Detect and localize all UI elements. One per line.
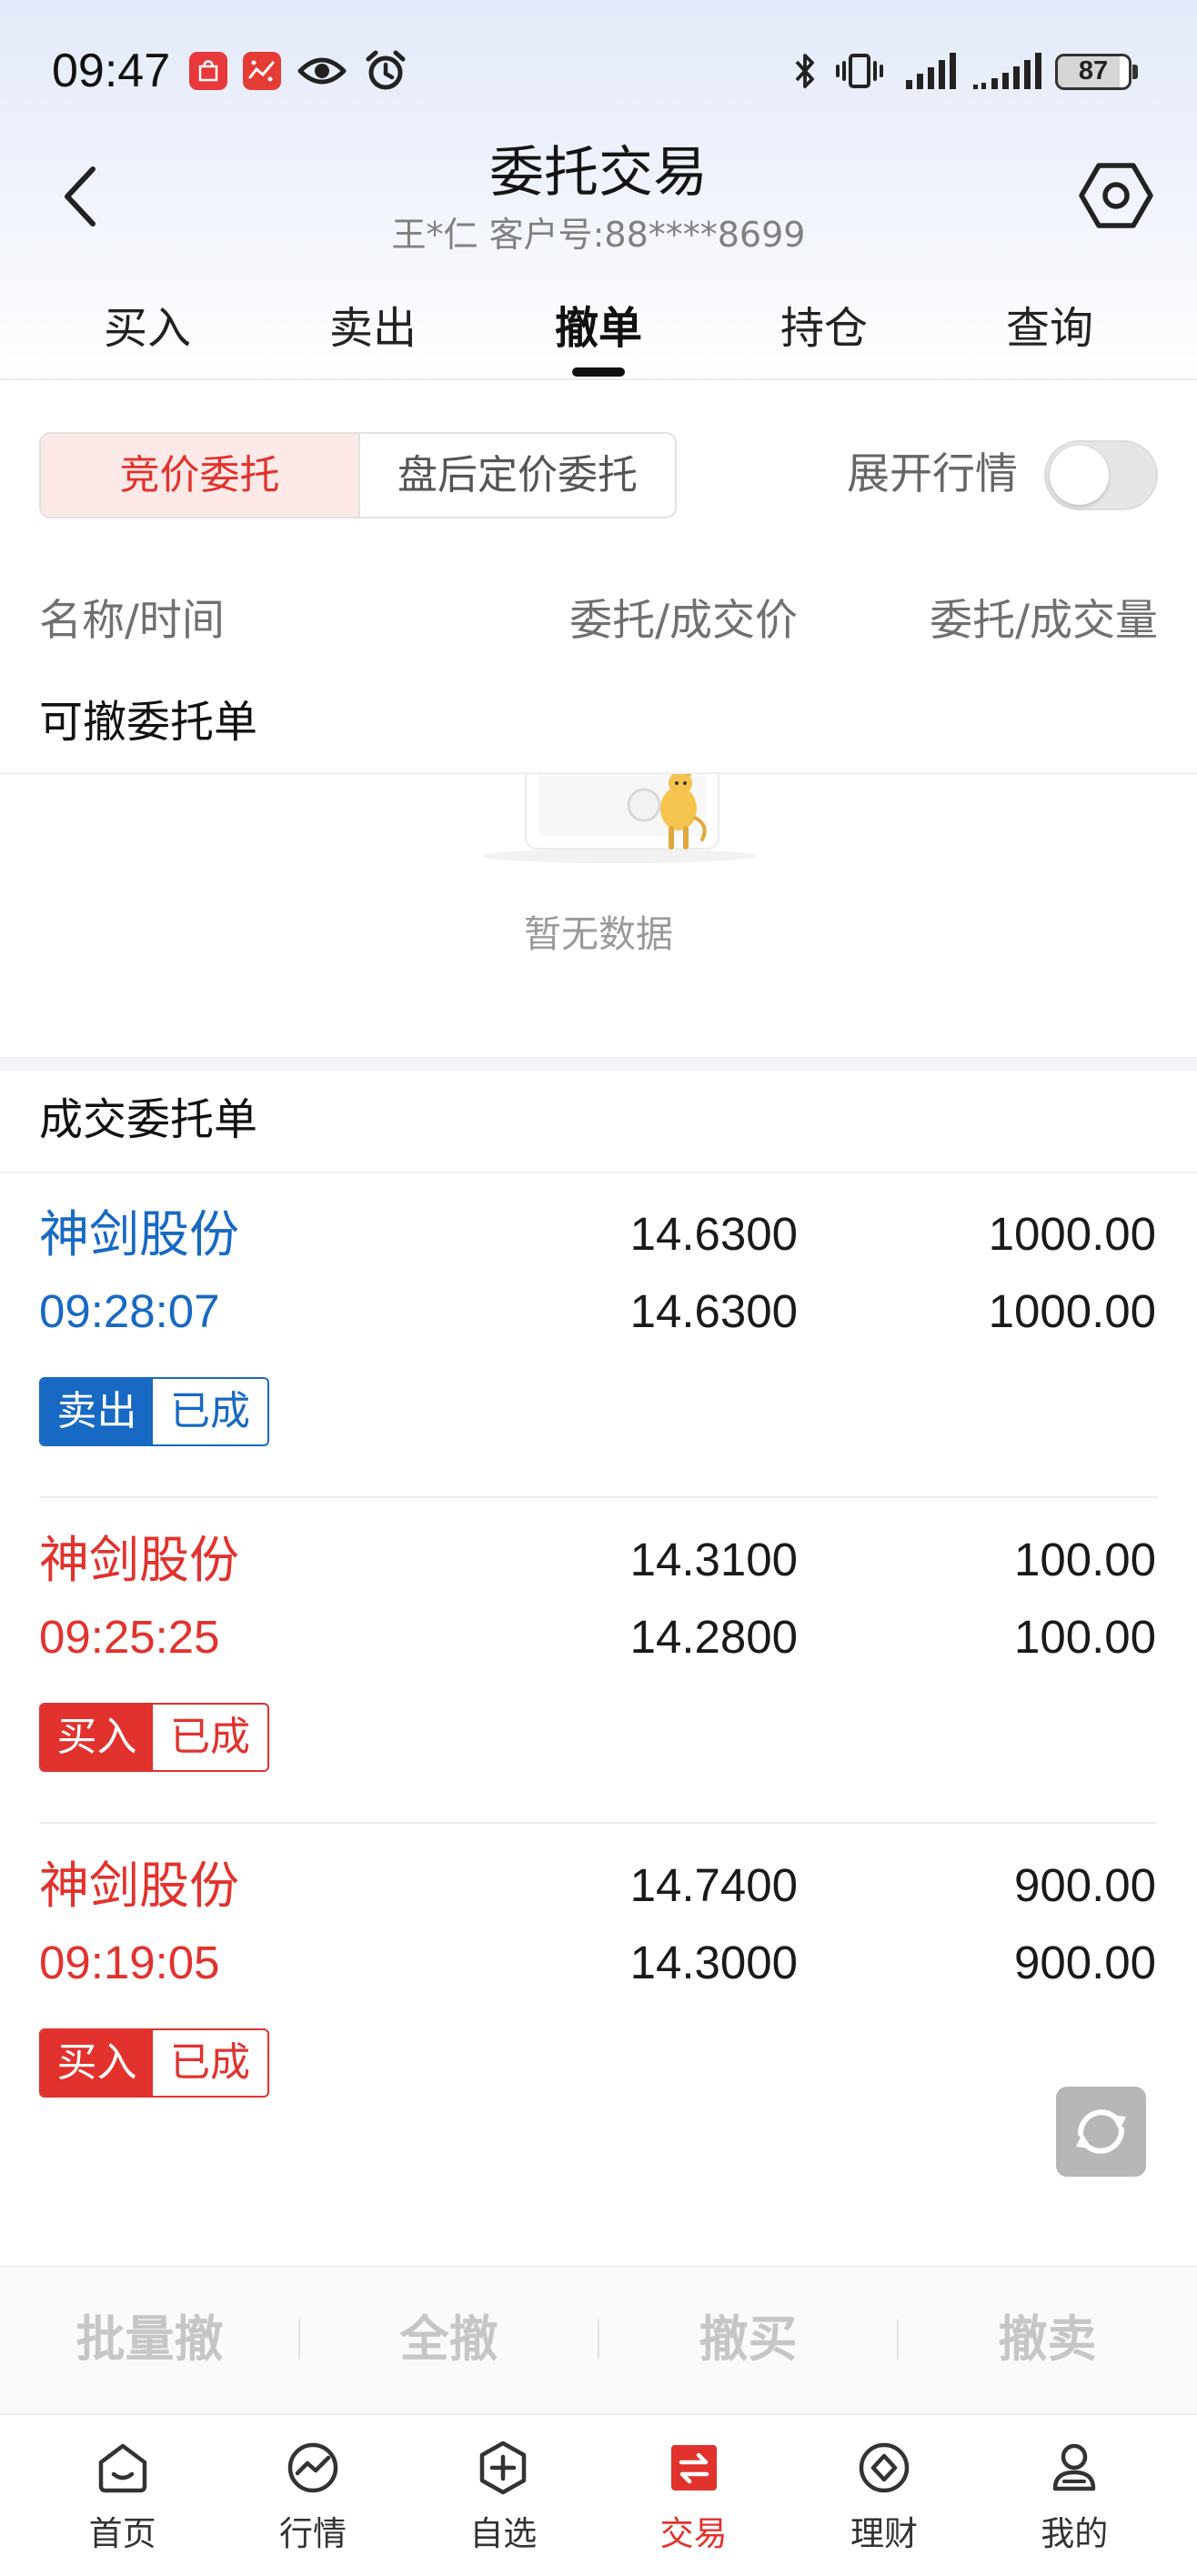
- order-status-badge: 卖出 已成: [39, 1377, 269, 1446]
- nav-wealth[interactable]: 理财: [789, 2415, 979, 2576]
- stock-name: 神剑股份: [39, 1531, 240, 1589]
- order-time: 09:19:05: [39, 1937, 220, 1988]
- segment-after-hours-order[interactable]: 盘后定价委托: [358, 434, 675, 517]
- fill-price: 14.6300: [629, 1285, 798, 1337]
- column-header-name-time: 名称/时间: [39, 596, 225, 646]
- market-toggle-label: 展开行情: [847, 449, 1018, 499]
- order-quantity: 1000.00: [988, 1208, 1156, 1260]
- nav-market[interactable]: 行情: [217, 2415, 407, 2576]
- tab-label: 查询: [1005, 303, 1093, 354]
- market-toggle[interactable]: [1044, 440, 1158, 510]
- page-title: 委托交易: [489, 141, 708, 205]
- fill-quantity: 100.00: [1014, 1611, 1156, 1663]
- nav-label: 理财: [850, 2514, 918, 2553]
- tab-positions[interactable]: 持仓: [711, 300, 937, 357]
- nav-trade[interactable]: 交易: [598, 2415, 789, 2576]
- status-time: 09:47: [52, 45, 171, 97]
- battery-level: 87: [1055, 54, 1132, 90]
- order-side-label: 卖出: [41, 1379, 153, 1444]
- stock-name: 神剑股份: [39, 1857, 240, 1915]
- hexagon-settings-icon[interactable]: [1077, 156, 1155, 235]
- filled-orders-title: 成交委托单: [39, 1094, 258, 1145]
- nav-home[interactable]: 首页: [27, 2415, 217, 2576]
- order-type-segment: 竞价委托 盘后定价委托: [39, 432, 677, 518]
- filled-order-row[interactable]: 神剑股份 09:25:25 14.3100 14.2800 100.00 100…: [0, 1498, 1197, 1824]
- fill-quantity: 1000.00: [988, 1285, 1156, 1337]
- batch-cancel-button[interactable]: 批量撤: [0, 2268, 299, 2413]
- wealth-diamond-icon: [859, 2442, 910, 2493]
- account-subtitle: 王*仁 客户号:88****8699: [391, 215, 806, 255]
- tab-buy[interactable]: 买入: [35, 300, 260, 357]
- tab-active-indicator: [572, 367, 625, 377]
- home-icon: [98, 2443, 146, 2493]
- eye-icon: [297, 57, 347, 85]
- watchlist-add-icon: [480, 2440, 527, 2495]
- empty-state-illustration: [482, 774, 755, 863]
- refresh-button[interactable]: [1056, 2087, 1146, 2177]
- fill-quantity: 900.00: [1014, 1937, 1156, 1988]
- huawei-appgallery-icon: [189, 52, 227, 90]
- column-header-price: 委托/成交价: [569, 596, 798, 646]
- profile-icon: [1053, 2443, 1096, 2491]
- order-quantity: 900.00: [1014, 1859, 1156, 1911]
- trade-tabs: 买入 卖出 撤单 持仓 查询: [35, 300, 1162, 377]
- column-header-volume: 委托/成交量: [930, 596, 1158, 646]
- app-notification-icon: [243, 52, 281, 90]
- order-price: 14.3100: [629, 1534, 798, 1585]
- action-separator: [897, 2319, 899, 2360]
- nav-label: 我的: [1041, 2514, 1109, 2553]
- cancel-buy-button[interactable]: 撤买: [598, 2268, 898, 2413]
- nav-label: 交易: [659, 2514, 728, 2553]
- order-status-badge: 买入 已成: [39, 2028, 269, 2098]
- empty-state-text: 暂无数据: [524, 912, 673, 956]
- tabs-divider: [0, 378, 1197, 380]
- cancel-all-button[interactable]: 全撤: [299, 2268, 598, 2413]
- fill-price: 14.2800: [629, 1611, 798, 1663]
- action-separator: [598, 2319, 599, 2360]
- tab-label: 持仓: [780, 303, 868, 354]
- vibrate-icon: [836, 54, 883, 88]
- order-price: 14.6300: [629, 1208, 798, 1260]
- fill-price: 14.3000: [629, 1937, 798, 1988]
- cancel-sell-button[interactable]: 撤卖: [898, 2268, 1197, 2413]
- alarm-icon: [366, 50, 406, 90]
- bottom-navigation: 首页 行情 自选 交易 理财 我的: [0, 2413, 1197, 2576]
- filled-order-row[interactable]: 神剑股份 09:19:05 14.7400 14.3000 900.00 900…: [0, 1824, 1197, 2149]
- tab-sell[interactable]: 卖出: [260, 300, 486, 357]
- tab-label: 卖出: [328, 303, 417, 354]
- order-quantity: 100.00: [1014, 1534, 1156, 1585]
- order-time: 09:28:07: [39, 1285, 220, 1337]
- order-status-badge: 买入 已成: [39, 1703, 269, 1772]
- bluetooth-icon: [795, 54, 814, 88]
- battery-nub: [1132, 65, 1138, 79]
- nav-label: 首页: [88, 2514, 156, 2553]
- action-separator: [298, 2319, 300, 2360]
- nav-label: 自选: [469, 2514, 538, 2553]
- order-status-label: 已成: [170, 1714, 250, 1760]
- order-status-label: 已成: [170, 2039, 250, 2086]
- trade-exchange-icon: [670, 2445, 717, 2490]
- tab-label: 撤单: [554, 303, 642, 354]
- nav-label: 行情: [278, 2514, 347, 2553]
- order-price: 14.7400: [629, 1859, 798, 1911]
- stock-name: 神剑股份: [39, 1205, 240, 1263]
- order-side-label: 买入: [41, 1705, 153, 1770]
- tab-query[interactable]: 查询: [937, 300, 1162, 357]
- order-status-label: 已成: [170, 1388, 250, 1434]
- nav-watchlist[interactable]: 自选: [408, 2415, 598, 2576]
- filled-order-row[interactable]: 神剑股份 09:28:07 14.6300 14.6300 1000.00 10…: [0, 1172, 1197, 1498]
- order-time: 09:25:25: [39, 1611, 220, 1663]
- signal-icon: [906, 53, 956, 89]
- order-side-label: 买入: [41, 2030, 153, 2096]
- toggle-knob: [1050, 446, 1109, 505]
- refresh-icon: [1076, 2109, 1126, 2154]
- tab-cancel-order[interactable]: 撤单: [486, 300, 711, 377]
- section-separator: [0, 1057, 1197, 1071]
- market-chart-icon: [287, 2442, 338, 2493]
- nav-profile[interactable]: 我的: [980, 2415, 1170, 2576]
- signal-icon: [973, 53, 1041, 89]
- segment-auction-order[interactable]: 竞价委托: [41, 434, 358, 517]
- cancellable-orders-title: 可撤委托单: [39, 697, 258, 748]
- tab-label: 买入: [103, 303, 191, 354]
